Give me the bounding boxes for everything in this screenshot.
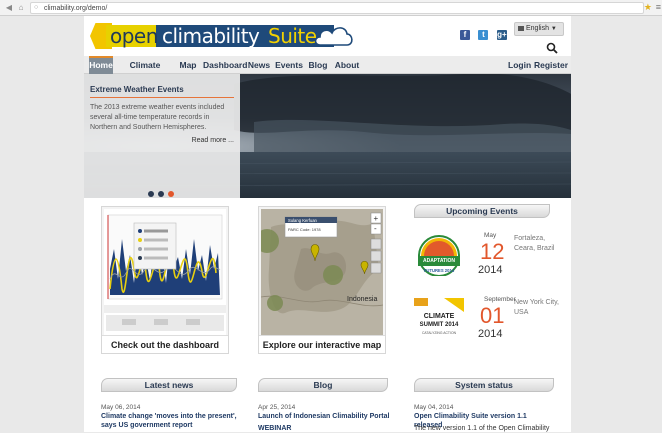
nav-blog[interactable]: Blog — [308, 56, 328, 74]
adaptation-futures-logo[interactable]: ADAPTATION FUTURES 2014 — [414, 232, 464, 276]
carousel-dot[interactable] — [158, 191, 164, 197]
read-more-link[interactable]: Read more ... — [192, 136, 234, 145]
nav-dashboard[interactable]: Dashboard — [203, 56, 247, 74]
adaptation-logo-line1: ADAPTATION — [423, 258, 455, 264]
svg-text:+: + — [374, 214, 379, 223]
status-date: May 04, 2014 — [414, 404, 454, 411]
bookmark-star-icon[interactable]: ★ — [644, 2, 652, 13]
event-place: Fortaleza, Ceara, Brazil — [514, 235, 555, 252]
event-place: New York City, USA — [514, 299, 559, 316]
hero-body: The 2013 extreme weather events included… — [90, 104, 225, 131]
map-popup-title: Sulang Kerfuan — [288, 218, 318, 223]
google-plus-icon[interactable]: g+ — [496, 30, 507, 40]
browser-toolbar: ◀ ⌂ ○ climability.org/demo/ ★ ≡ — [0, 0, 662, 16]
logo-word-suite: Suite — [268, 24, 317, 48]
blog-headline-link[interactable]: Launch of Indonesian Climability Portal — [258, 412, 398, 421]
nav-map[interactable]: Map — [177, 56, 199, 74]
website: open climability Suite f t g+ English ▼ … — [84, 16, 571, 432]
upcoming-events-heading: Upcoming Events — [414, 204, 550, 218]
carousel-dot[interactable] — [148, 191, 154, 197]
news-headline-link[interactable]: Climate change 'moves into the present',… — [101, 412, 241, 430]
map-thumbnail: Sulang Kerfuan PARC Code: 1978 Indonesia… — [261, 209, 383, 335]
login-link[interactable]: Login — [508, 56, 531, 74]
address-bar[interactable]: ○ climability.org/demo/ — [30, 2, 644, 14]
chevron-down-icon: ▼ — [550, 26, 557, 32]
map-caption[interactable]: Explore our interactive map — [259, 335, 385, 353]
address-url[interactable]: climability.org/demo/ — [44, 4, 107, 13]
map-popup-subtitle: PARC Code: 1978 — [288, 227, 321, 232]
dashboard-thumbnail — [104, 209, 226, 335]
adaptation-logo-line2: FUTURES 2014 — [424, 268, 455, 273]
logo-word-climability: climability — [162, 24, 260, 48]
dashboard-caption[interactable]: Check out the dashboard — [102, 335, 228, 353]
event-day: 01 — [480, 303, 505, 328]
hero-carousel: Extreme Weather Events The 2013 extreme … — [84, 74, 571, 198]
blog-date: Apr 25, 2014 — [258, 404, 296, 411]
event-item[interactable]: ADAPTATION FUTURES 2014 May 12 2014 Fort… — [414, 232, 564, 280]
event-year: 2014 — [478, 264, 503, 276]
nav-events[interactable]: Events — [275, 56, 303, 74]
carousel-dot-active[interactable] — [168, 191, 174, 197]
system-status-heading: System status — [414, 378, 554, 392]
back-icon[interactable]: ◀ — [4, 3, 14, 13]
language-label: English — [526, 25, 549, 32]
hero-divider — [90, 97, 234, 98]
nav-about[interactable]: About — [333, 56, 361, 74]
hero-title: Extreme Weather Events — [90, 85, 184, 94]
hero-text-panel: Extreme Weather Events The 2013 extreme … — [84, 74, 240, 198]
home-icon[interactable]: ⌂ — [16, 3, 26, 13]
event-year: 2014 — [478, 328, 503, 340]
site-header: open climability Suite f t g+ English ▼ — [84, 16, 571, 56]
event-item[interactable]: CLIMATE SUMMIT 2014 CATALYZING ACTION Se… — [414, 296, 564, 344]
nav-home[interactable]: Home — [89, 56, 113, 74]
nav-news[interactable]: News — [247, 56, 271, 74]
dashboard-card[interactable]: Check out the dashboard — [101, 206, 229, 354]
summit-logo-line2: SUMMIT 2014 — [420, 322, 459, 328]
news-date: May 06, 2014 — [101, 404, 141, 411]
blog-heading: Blog — [258, 378, 388, 392]
svg-text:-: - — [374, 224, 377, 233]
site-logo[interactable]: open climability Suite — [90, 23, 353, 49]
latest-news-heading: Latest news — [101, 378, 237, 392]
summit-logo-line3: CATALYZING ACTION — [422, 331, 457, 335]
main-navigation: Home Climate Change Map Dashboard News E… — [84, 56, 571, 88]
twitter-icon[interactable]: t — [478, 30, 489, 40]
map-card[interactable]: Sulang Kerfuan PARC Code: 1978 Indonesia… — [258, 206, 386, 354]
search-icon[interactable] — [546, 42, 558, 54]
summit-logo-line1: CLIMATE — [424, 313, 455, 320]
register-link[interactable]: Register — [534, 56, 568, 74]
social-links: f t g+ — [460, 24, 511, 40]
language-selector[interactable]: English ▼ — [514, 22, 564, 36]
map-country-label: Indonesia — [347, 296, 377, 303]
browser-menu-icon[interactable]: ≡ — [656, 2, 661, 13]
cloud-icon — [314, 27, 353, 46]
page-icon: ○ — [34, 4, 39, 11]
logo-word-open: open — [110, 24, 158, 48]
facebook-icon[interactable]: f — [460, 30, 470, 40]
carousel-dots — [148, 184, 178, 198]
climate-summit-logo[interactable]: CLIMATE SUMMIT 2014 CATALYZING ACTION — [414, 296, 464, 340]
nav-climate-change[interactable]: Climate Change — [117, 56, 173, 88]
event-day: 12 — [480, 239, 505, 264]
flag-icon — [518, 25, 524, 31]
